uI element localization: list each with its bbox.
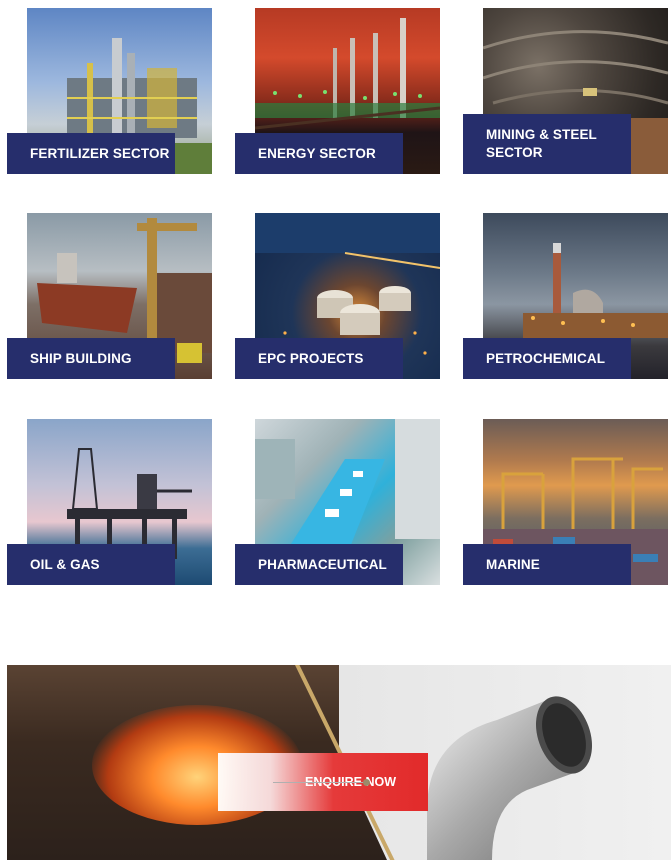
sector-label: MARINE (463, 544, 631, 585)
sector-tile-marine[interactable]: MARINE (463, 419, 668, 585)
sector-tile-energy[interactable]: ENERGY SECTOR (235, 8, 440, 174)
sector-label: SHIP BUILDING (7, 338, 175, 379)
enquire-now-button[interactable]: ENQUIRE NOW (218, 753, 428, 811)
sector-label: MINING & STEEL SECTOR (463, 114, 631, 174)
sector-label: ENERGY SECTOR (235, 133, 403, 174)
sector-tile-ship-building[interactable]: SHIP BUILDING (7, 213, 212, 379)
cta-line (273, 782, 363, 783)
sector-tile-oil-gas[interactable]: OIL & GAS (7, 419, 212, 585)
sector-label: PETROCHEMICAL (463, 338, 631, 379)
pipe-elbow-icon (427, 696, 593, 860)
sector-tile-pharmaceutical[interactable]: PHARMACEUTICAL (235, 419, 440, 585)
sector-tile-fertilizer[interactable]: FERTILIZER SECTOR (7, 8, 212, 174)
sector-tile-mining[interactable]: MINING & STEEL SECTOR (463, 8, 668, 174)
cta-dot-icon (363, 779, 370, 786)
sector-label: OIL & GAS (7, 544, 175, 585)
sector-label: PHARMACEUTICAL (235, 544, 403, 585)
sector-label: FERTILIZER SECTOR (7, 133, 175, 174)
sector-label: EPC PROJECTS (235, 338, 403, 379)
sector-tile-epc[interactable]: EPC PROJECTS (235, 213, 440, 379)
sector-tile-petrochemical[interactable]: PETROCHEMICAL (463, 213, 668, 379)
sector-grid: FERTILIZER SECTOR ENERGY SECTOR MINING &… (0, 0, 671, 600)
